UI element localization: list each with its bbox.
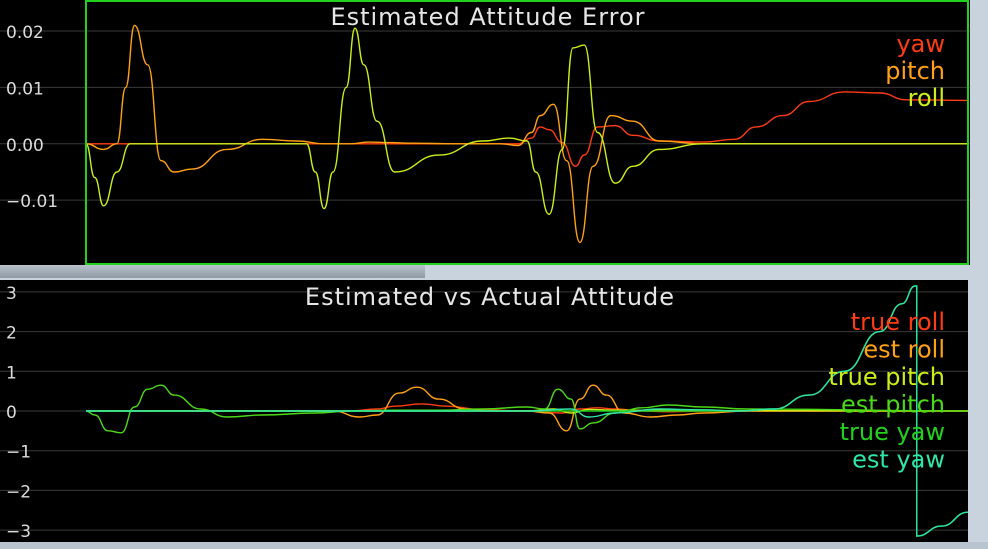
legend-entry-yaw: yaw [896,30,945,58]
y-tick-label: 0.00 [6,136,44,156]
y-tick-label: 1 [6,363,17,383]
series-line-est-pitch [85,384,968,434]
series-line-yaw [86,91,969,168]
legend-entry-true-roll: true roll [851,308,945,336]
legend-entry-pitch: pitch [885,57,945,85]
panel-divider[interactable] [0,265,425,278]
series-line-pitch [85,24,968,244]
legend-entry-est-pitch: est pitch [841,391,945,419]
bottom-strip [0,542,988,549]
attitude-error-chart: 0.02 0.01 0.00 −0.01 Estimated Attitude Erro… [0,0,970,265]
chart-title: Estimated Attitude Error [330,3,645,31]
attitude-compare-panel: 3 2 1 0 −1 −2 −3 Estimated vs Actual Attitude tr… [0,280,968,542]
attitude-error-panel: 0.02 0.01 0.00 −0.01 Estimated Attitude Erro… [0,0,970,265]
legend-entry-roll: roll [908,84,945,112]
y-tick-label: −2 [6,482,31,502]
y-tick-label: −1 [6,443,31,463]
y-tick-label: 2 [6,324,17,344]
selected-plot-frame[interactable] [85,0,969,265]
y-tick-label: 0 [6,403,17,423]
legend-entry-true-yaw: true yaw [840,418,945,446]
attitude-compare-chart: 3 2 1 0 −1 −2 −3 Estimated vs Actual Attitude tr… [0,283,968,542]
y-tick-label: −3 [6,522,31,542]
series-line-est-roll [86,384,968,432]
y-tick-label: 0.02 [6,23,44,43]
y-tick-label: 0.01 [6,79,44,99]
y-tick-label: −0.01 [6,192,58,212]
series-line-roll [85,27,968,216]
legend-entry-est-roll: est roll [863,336,945,364]
y-tick-label: 3 [6,284,17,304]
legend-entry-est-yaw: est yaw [852,446,945,474]
chart-title: Estimated vs Actual Attitude [305,283,675,311]
legend-entry-true-pitch: true pitch [828,363,945,391]
